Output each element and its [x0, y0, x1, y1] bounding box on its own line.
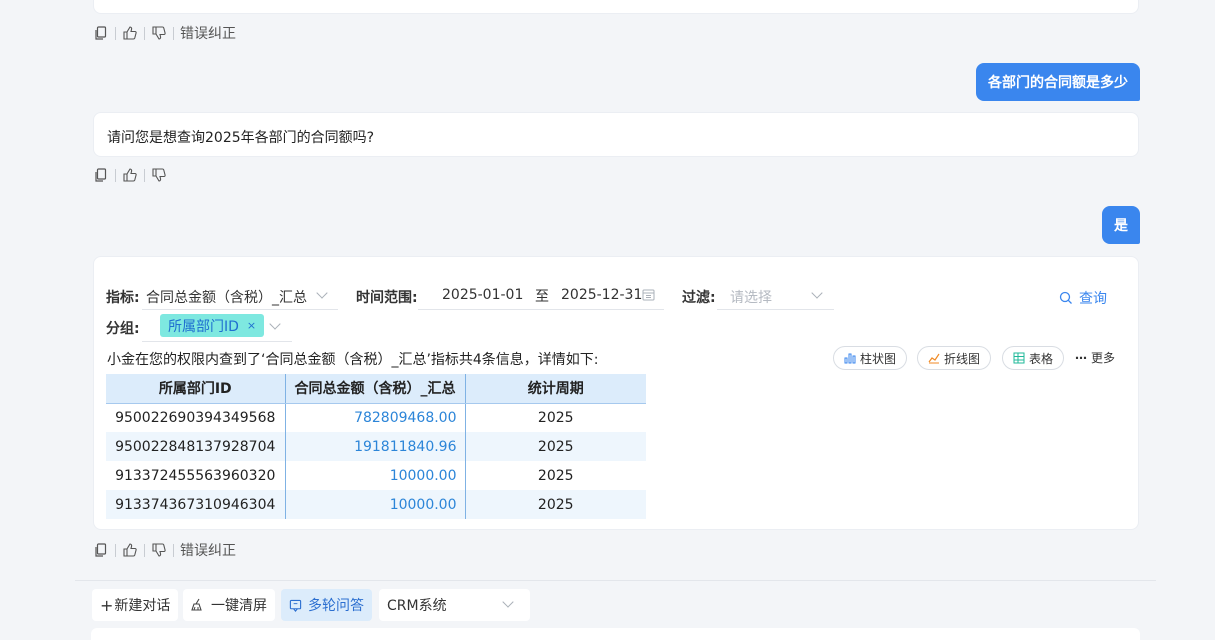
multi-turn-label: 多轮问答	[308, 598, 364, 614]
metric-select[interactable]: 合同总金额（含税）_汇总	[146, 287, 307, 307]
table-cell: 191811840.96	[285, 432, 466, 461]
metric-label: 指标:	[106, 290, 140, 306]
table-cell: 950022690394349568	[106, 403, 286, 432]
assistant-clarify-card: 请问您是想查询2025年各部门的合同额吗?	[93, 112, 1139, 157]
multi-turn-button[interactable]: 多轮问答	[281, 589, 372, 621]
query-button[interactable]: 查询	[1059, 288, 1107, 308]
view-line-chart-button[interactable]: 折线图	[917, 346, 992, 370]
table-cell: 2025	[465, 490, 646, 519]
copy-icon[interactable]	[93, 167, 109, 183]
calendar-icon[interactable]	[642, 288, 655, 301]
group-tag-label: 所属部门ID	[168, 318, 239, 335]
group-label: 分组:	[106, 321, 140, 337]
view-line-label: 折线图	[944, 351, 981, 366]
chevron-down-icon	[502, 596, 514, 608]
error-correct-link[interactable]: 错误纠正	[180, 540, 236, 560]
copy-icon[interactable]	[93, 542, 109, 558]
group-tag: 所属部门ID ×	[160, 314, 265, 337]
message-actions: 错误纠正	[93, 540, 236, 560]
query-result-card: 指标: 合同总金额（含税）_汇总 时间范围: 2025-01-01 至 2025…	[93, 256, 1139, 530]
previous-answer-card	[93, 0, 1139, 14]
thumbs-up-icon[interactable]	[122, 542, 138, 558]
filter-label: 过滤:	[682, 290, 716, 306]
more-dots-icon: ⋯	[1075, 350, 1087, 365]
table-cell: 782809468.00	[285, 403, 466, 432]
broom-icon	[191, 598, 202, 611]
view-table-label: 表格	[1029, 351, 1054, 366]
table-cell: 913372455563960320	[106, 461, 286, 490]
table-cell: 913374367310946304	[106, 490, 286, 519]
table-row: 950022690394349568 782809468.00 2025	[106, 403, 646, 432]
clear-screen-button[interactable]: 一键清屏	[183, 589, 275, 621]
new-chat-button[interactable]: + 新建对话	[92, 589, 179, 621]
table-row: 950022848137928704 191811840.96 2025	[106, 432, 646, 461]
thumbs-down-icon[interactable]	[151, 25, 167, 41]
table-cell: 2025	[465, 432, 646, 461]
column-header: 合同总金额（含税）_汇总	[285, 374, 466, 404]
thumbs-up-icon[interactable]	[122, 167, 138, 183]
table-cell: 950022848137928704	[106, 432, 286, 461]
bar-chart-icon	[844, 353, 856, 364]
user-message-bubble: 是	[1102, 206, 1140, 244]
table-icon	[1013, 352, 1025, 364]
thumbs-down-icon[interactable]	[151, 542, 167, 558]
thumbs-up-icon[interactable]	[122, 25, 138, 41]
error-correct-link[interactable]: 错误纠正	[180, 23, 236, 43]
more-label: 更多	[1091, 351, 1116, 365]
start-date-input[interactable]: 2025-01-01	[442, 287, 523, 303]
search-icon	[1059, 291, 1072, 304]
more-views-button[interactable]: ⋯ 更多	[1075, 349, 1115, 366]
plus-icon: +	[100, 595, 114, 615]
table-cell: 2025	[537, 467, 574, 484]
chat-bubble-icon	[289, 599, 302, 612]
input-area[interactable]	[91, 628, 1140, 640]
chevron-down-icon[interactable]	[316, 287, 328, 299]
end-date-input[interactable]: 2025-12-31	[561, 287, 642, 303]
result-table: 所属部门ID 合同总金额（含税）_汇总 统计周期 950022690394349…	[106, 374, 646, 519]
result-summary: 小金在您的权限内查到了‘合同总金额（含税）_汇总’指标共4条信息，详情如下:	[107, 352, 599, 368]
column-header: 统计周期	[465, 374, 646, 404]
date-range-separator: 至	[535, 289, 549, 305]
assistant-message-text: 请问您是想查询2025年各部门的合同额吗?	[107, 130, 375, 146]
table-cell: 2025	[537, 409, 574, 426]
view-bar-chart-button[interactable]: 柱状图	[833, 346, 908, 370]
user-message-bubble: 各部门的合同额是多少	[976, 63, 1140, 101]
chevron-down-icon[interactable]	[269, 318, 281, 330]
column-header: 所属部门ID	[106, 374, 286, 404]
message-actions	[93, 165, 167, 185]
table-row: 913374367310946304 10000.00 2025	[106, 490, 646, 519]
table-header-row: 所属部门ID 合同总金额（含税）_汇总 统计周期	[106, 374, 646, 404]
divider	[75, 580, 1156, 581]
new-chat-label: 新建对话	[114, 598, 171, 614]
table-cell: 10000.00	[285, 490, 466, 519]
system-select-value: CRM系统	[387, 598, 447, 614]
table-row: 913372455563960320 10000.00 2025	[106, 461, 646, 490]
system-select[interactable]: CRM系统	[379, 589, 530, 621]
message-actions: 错误纠正	[93, 23, 236, 43]
thumbs-down-icon[interactable]	[151, 167, 167, 183]
clear-screen-label: 一键清屏	[211, 598, 267, 614]
query-button-label: 查询	[1079, 291, 1107, 307]
close-icon[interactable]: ×	[247, 319, 256, 332]
view-table-button[interactable]: 表格	[1002, 346, 1065, 370]
view-bar-label: 柱状图	[860, 351, 897, 366]
table-cell: 10000.00	[285, 461, 466, 490]
filter-select[interactable]: 请选择	[730, 287, 772, 307]
line-chart-icon	[928, 353, 940, 364]
copy-icon[interactable]	[93, 25, 109, 41]
chevron-down-icon[interactable]	[811, 287, 823, 299]
time-range-label: 时间范围:	[356, 290, 418, 306]
